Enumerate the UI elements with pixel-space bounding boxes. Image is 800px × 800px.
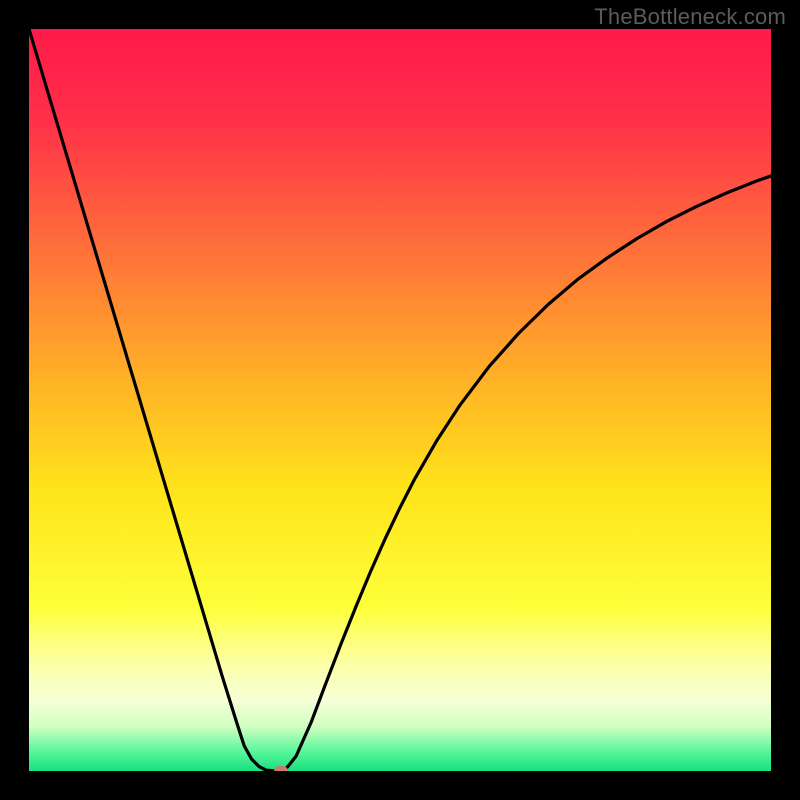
chart-frame: TheBottleneck.com (0, 0, 800, 800)
bottleneck-curve (29, 29, 771, 771)
optimal-point-marker (274, 766, 288, 771)
plot-area (29, 29, 771, 771)
watermark-text: TheBottleneck.com (594, 4, 786, 30)
